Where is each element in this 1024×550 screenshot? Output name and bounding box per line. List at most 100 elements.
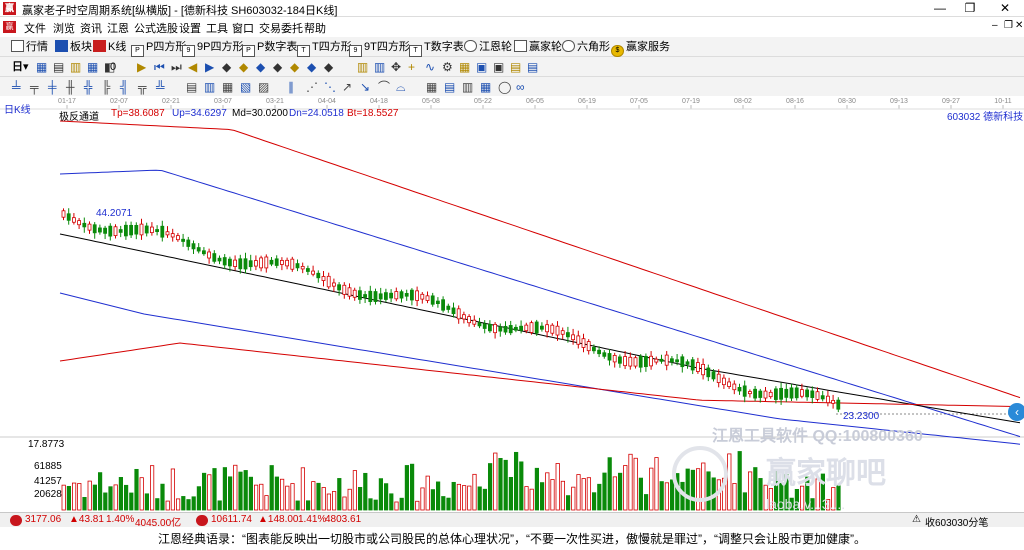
drawing-tool-icon[interactable]: ▥ bbox=[357, 59, 368, 75]
drawing-tool-icon[interactable]: ⚙ bbox=[442, 59, 453, 75]
expand-right-icon[interactable]: ‹ bbox=[1008, 403, 1024, 421]
chart-tool-icon[interactable]: ∥ bbox=[288, 79, 294, 95]
drawing-tool-icon[interactable]: ▤ bbox=[510, 59, 521, 75]
menu-browse[interactable]: 浏览 bbox=[53, 20, 75, 36]
tb-service[interactable]: $ 赢家服务 bbox=[611, 39, 670, 57]
close-button[interactable]: ✕ bbox=[990, 0, 1020, 17]
volume-bar bbox=[243, 470, 248, 511]
chart-tool-icon[interactable]: ◯ bbox=[498, 79, 511, 95]
menu-trade[interactable]: 交易委托 bbox=[259, 20, 303, 36]
chart-tool-icon[interactable]: ↘ bbox=[360, 79, 370, 95]
chart-tool-icon[interactable]: ↗ bbox=[342, 79, 352, 95]
chart-tool-icon[interactable]: ⋱ bbox=[324, 79, 336, 95]
mdi-close-button[interactable]: ✕ bbox=[1015, 20, 1023, 31]
chart-tool-icon[interactable]: ▥ bbox=[204, 79, 215, 95]
tb-p-square[interactable]: P P四方形 bbox=[131, 39, 186, 57]
chart-tool-icon[interactable]: ⌒ bbox=[378, 79, 390, 95]
menu-formula[interactable]: 公式选股 bbox=[134, 20, 178, 36]
drawing-tool-icon[interactable]: ◧ bbox=[104, 59, 115, 75]
sh-index-value[interactable]: 3177.06 bbox=[25, 514, 61, 525]
tb-gann-wheel[interactable]: 江恩轮 bbox=[464, 39, 512, 55]
chart-tool-icon[interactable]: ▨ bbox=[258, 79, 269, 95]
menu-settings[interactable]: 设置 bbox=[179, 20, 201, 36]
drawing-tool-icon[interactable]: ✥ bbox=[391, 59, 401, 75]
drawing-tool-icon[interactable]: ◆ bbox=[222, 59, 231, 75]
tb-quotes[interactable]: 行情 bbox=[11, 39, 48, 55]
menu-tools[interactable]: 工具 bbox=[206, 20, 228, 36]
chart-tool-icon[interactable]: ▦ bbox=[480, 79, 491, 95]
tb-t-table[interactable]: T T数字表 bbox=[409, 39, 464, 57]
volume-bar bbox=[534, 467, 540, 511]
tb-hexagon[interactable]: 六角形 bbox=[562, 39, 610, 55]
drawing-tool-icon[interactable]: ▣ bbox=[493, 59, 504, 75]
drawing-tool-icon[interactable]: ▣ bbox=[476, 59, 487, 75]
drawing-tool-icon[interactable]: ▤ bbox=[527, 59, 538, 75]
chart-tool-icon[interactable]: ╫ bbox=[66, 79, 75, 95]
drawing-tool-icon[interactable]: ◀ bbox=[188, 59, 197, 75]
tb-t-square[interactable]: T T四方形 bbox=[297, 39, 352, 57]
minimize-button[interactable]: — bbox=[925, 0, 955, 17]
drawing-tool-icon[interactable]: ⏭ bbox=[171, 59, 182, 75]
candle-body bbox=[670, 358, 674, 363]
drawing-tool-icon[interactable]: + bbox=[408, 59, 415, 75]
chart-tool-icon[interactable]: ∞ bbox=[516, 79, 525, 95]
volume-bar bbox=[742, 492, 748, 511]
volume-bar bbox=[87, 480, 92, 511]
drawing-tool-icon[interactable]: ▶ bbox=[205, 59, 214, 75]
drawing-tool-icon[interactable]: ◆ bbox=[290, 59, 299, 75]
tb-9t-square[interactable]: 9 9T四方形 bbox=[349, 39, 410, 57]
drawing-tool-icon[interactable]: ▦ bbox=[87, 59, 98, 75]
chart-tool-icon[interactable]: ╠ bbox=[102, 79, 111, 95]
tb-9p-square[interactable]: 9 9P四方形 bbox=[182, 39, 243, 57]
drawing-tool-icon[interactable]: ◆ bbox=[239, 59, 248, 75]
chart-tool-icon[interactable]: ╤ bbox=[30, 79, 39, 95]
chart-tool-icon[interactable]: ╪ bbox=[48, 79, 57, 95]
menu-window[interactable]: 窗口 bbox=[232, 20, 254, 36]
chart-tool-icon[interactable]: ▤ bbox=[444, 79, 455, 95]
alert-icon[interactable]: ⚠ bbox=[912, 514, 921, 525]
drawing-tool-icon[interactable]: ◆ bbox=[273, 59, 282, 75]
drawing-tool-icon[interactable]: ◆ bbox=[256, 59, 265, 75]
drawing-tool-icon[interactable]: ▦ bbox=[459, 59, 470, 75]
candle-body bbox=[311, 270, 316, 275]
drawing-tool-icon[interactable]: ▥ bbox=[374, 59, 385, 75]
chart-tool-icon[interactable]: ▥ bbox=[462, 79, 473, 95]
mdi-minimize-button[interactable]: – bbox=[992, 20, 998, 31]
chart-tool-icon[interactable]: ╣ bbox=[120, 79, 129, 95]
chart-tool-icon[interactable]: ▦ bbox=[426, 79, 437, 95]
drawing-tool-icon[interactable]: ▦ bbox=[36, 59, 47, 75]
drawing-tool-icon[interactable]: ▥ bbox=[70, 59, 81, 75]
drawing-tool-icon[interactable]: ▶ bbox=[137, 59, 146, 75]
drawing-tool-icon[interactable]: ◆ bbox=[307, 59, 316, 75]
chart-tool-icon[interactable]: ╦ bbox=[138, 79, 147, 95]
menu-file[interactable]: 文件 bbox=[24, 20, 46, 36]
menu-gann[interactable]: 江恩 bbox=[107, 20, 129, 36]
menu-info[interactable]: 资讯 bbox=[80, 20, 102, 36]
period-select[interactable]: 日▾ bbox=[12, 59, 29, 75]
drawing-tool-icon[interactable]: ⏮ bbox=[154, 59, 165, 75]
tb-p-table[interactable]: P P数字表 bbox=[242, 39, 297, 57]
drawing-tool-icon[interactable]: ▤ bbox=[53, 59, 64, 75]
drawing-tool-icon[interactable]: ◆ bbox=[324, 59, 333, 75]
tb-winner-wheel[interactable]: 赢家轮 bbox=[514, 39, 562, 55]
chart-tool-icon[interactable]: ⋰ bbox=[306, 79, 318, 95]
chart-tool-icon[interactable]: ▧ bbox=[240, 79, 251, 95]
candle-body bbox=[800, 389, 804, 397]
chart-tool-icon[interactable]: ▤ bbox=[186, 79, 197, 95]
kline-chart-panel[interactable]: 01-17 02-07 02-21 03-07 03-21 04-04 04-18 05-08… bbox=[0, 96, 1024, 512]
chart-tool-icon[interactable]: ▦ bbox=[222, 79, 233, 95]
tb-kline[interactable]: K线 bbox=[93, 39, 126, 55]
tb-sector[interactable]: 板块 bbox=[55, 39, 92, 55]
chart-tool-icon[interactable]: ⌓ bbox=[396, 79, 406, 95]
volume-bar bbox=[191, 496, 196, 511]
tick-status[interactable]: 收603030分笔 bbox=[925, 514, 988, 529]
maximize-button[interactable]: ❐ bbox=[955, 0, 985, 17]
candle-body bbox=[305, 268, 310, 272]
menu-help[interactable]: 帮助 bbox=[304, 20, 326, 36]
mdi-restore-button[interactable]: ❐ bbox=[1004, 20, 1013, 31]
sz-index-value[interactable]: 10611.74 bbox=[211, 514, 252, 525]
chart-tool-icon[interactable]: ╬ bbox=[84, 79, 93, 95]
chart-tool-icon[interactable]: ╧ bbox=[12, 79, 21, 95]
drawing-tool-icon[interactable]: ∿ bbox=[425, 59, 435, 75]
chart-tool-icon[interactable]: ╩ bbox=[156, 79, 165, 95]
